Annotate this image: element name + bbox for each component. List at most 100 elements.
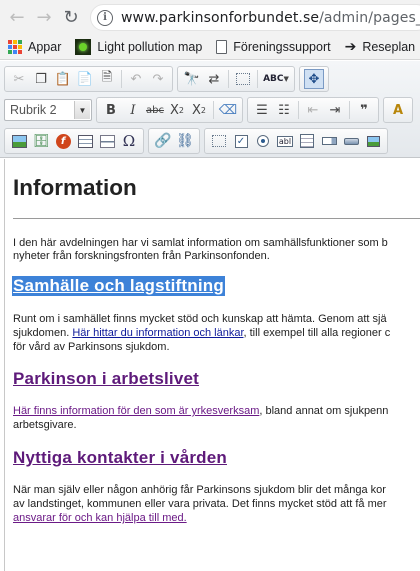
strikethrough-button[interactable]: abc bbox=[144, 99, 166, 121]
bold-button[interactable]: B bbox=[100, 99, 122, 121]
apps-grid-icon bbox=[8, 40, 22, 54]
samhalle-line-2-pre: sjukdomen. bbox=[13, 327, 73, 339]
bookmarks-bar: Appar Light pollution map Föreningssuppo… bbox=[0, 35, 420, 60]
address-bar[interactable]: i www.parkinsonforbundet.se/admin/pages_… bbox=[90, 4, 420, 31]
arbetslivet-line-1: Här finns information för den som är yrk… bbox=[13, 405, 388, 418]
radio-icon[interactable] bbox=[252, 130, 274, 152]
form-icon[interactable] bbox=[208, 130, 230, 152]
bulleted-list-icon[interactable]: ☷ bbox=[273, 99, 295, 121]
unlink-icon[interactable]: ⛓ bbox=[174, 130, 196, 152]
indent-icon[interactable]: ⇥ bbox=[324, 99, 346, 121]
textarea-icon[interactable] bbox=[296, 130, 318, 152]
select-field-icon[interactable] bbox=[318, 130, 340, 152]
samhalle-line-2: sjukdomen. Här hittar du information och… bbox=[13, 327, 390, 340]
cut-icon[interactable]: ✂ bbox=[8, 68, 30, 90]
url-host: www.parkinsonforbundet.se bbox=[121, 9, 320, 26]
paragraph-group: ☰ ☷ ⇤ ⇥ ❞ bbox=[247, 97, 379, 123]
text-color-group: A bbox=[383, 97, 413, 123]
maximize-group: ✥ bbox=[299, 66, 329, 92]
image-icon[interactable] bbox=[8, 130, 30, 152]
link-icon[interactable]: 🔗 bbox=[152, 130, 174, 152]
redo-icon[interactable]: ↷ bbox=[147, 68, 169, 90]
arbetslivet-line-1-post: , bland annat om sjukpenn bbox=[259, 405, 389, 417]
kontakter-line-1: När man själv eller någon anhörig får Pa… bbox=[13, 484, 386, 496]
table-icon[interactable] bbox=[74, 130, 96, 152]
light-pollution-icon bbox=[75, 39, 92, 55]
kontakter-link[interactable]: ansvarar för och kan hjälpa till med. bbox=[13, 512, 187, 524]
url-text[interactable]: www.parkinsonforbundet.se/admin/pages_ed… bbox=[121, 10, 420, 26]
bookmark-label: Reseplan bbox=[362, 40, 416, 54]
copy-icon[interactable]: ❐ bbox=[30, 68, 52, 90]
bookmark-label: Föreningssupport bbox=[233, 40, 331, 54]
subscript-button[interactable]: X2 bbox=[166, 99, 188, 121]
url-path: /admin/pages_edit.ph bbox=[319, 9, 420, 26]
heading-kontakter[interactable]: Nyttiga kontakter i vården bbox=[13, 448, 227, 468]
info-icon[interactable]: i bbox=[97, 9, 113, 26]
italic-button[interactable]: I bbox=[122, 99, 144, 121]
intro-line-1: I den här avdelningen har vi samlat info… bbox=[13, 237, 388, 249]
maximize-icon[interactable]: ✥ bbox=[303, 68, 325, 90]
separator bbox=[228, 70, 229, 88]
eraser-icon[interactable]: ⌫ bbox=[217, 99, 239, 121]
bookmark-apps[interactable]: Appar bbox=[0, 40, 61, 54]
horizontal-rule bbox=[13, 218, 420, 219]
bookmark-foreningssupport[interactable]: Föreningssupport bbox=[216, 40, 331, 54]
bookmark-light-pollution[interactable]: Light pollution map bbox=[75, 39, 202, 55]
find-icon[interactable]: 🔭 bbox=[181, 68, 203, 90]
toolbar-row-2: Rubrik 2 ▼ B I abc X2 X2 ⌫ ☰ ☷ ⇤ ⇥ ❞ A bbox=[0, 95, 420, 125]
find-group: 🔭 ⇄ ABC ▼ bbox=[177, 66, 295, 92]
page-icon bbox=[216, 40, 228, 54]
heading-arbetslivet[interactable]: Parkinson i arbetslivet bbox=[13, 369, 199, 389]
heading-samhalle[interactable]: Samhälle och lagstiftning bbox=[12, 276, 225, 296]
textfield-icon[interactable]: abl bbox=[274, 130, 296, 152]
replace-icon[interactable]: ⇄ bbox=[203, 68, 225, 90]
basic-styles-group: B I abc X2 X2 ⌫ bbox=[96, 97, 243, 123]
forward-arrow-icon[interactable]: → bbox=[33, 6, 55, 28]
image-button-icon[interactable] bbox=[362, 130, 384, 152]
bookmark-reseplan[interactable]: ➔ Reseplan bbox=[345, 39, 416, 55]
text-color-icon[interactable]: A bbox=[387, 99, 409, 121]
horizontal-rule-icon[interactable] bbox=[96, 130, 118, 152]
spellcheck-icon[interactable]: ABC ▼ bbox=[261, 68, 291, 90]
format-combo[interactable]: Rubrik 2 ▼ bbox=[4, 99, 92, 121]
separator bbox=[257, 70, 258, 88]
kontakter-line-2: av landstinget, kommunen eller vara priv… bbox=[13, 498, 387, 510]
page-title: Information bbox=[13, 175, 137, 200]
arrow-icon: ➔ bbox=[344, 39, 357, 55]
samhalle-line-2-post: , till exempel till alla regioner c bbox=[243, 327, 391, 339]
editor-toolbar: ✂ ❐ 📋 📄 🗎 ↶ ↷ 🔭 ⇄ ABC ▼ ✥ Rubrik 2 ▼ B I… bbox=[0, 61, 420, 158]
select-all-icon[interactable] bbox=[232, 68, 254, 90]
back-arrow-icon[interactable]: ← bbox=[6, 6, 28, 28]
intro-line-2: nyheter från forskningsfronten från Park… bbox=[13, 250, 270, 262]
reload-icon[interactable]: ↻ bbox=[60, 6, 82, 28]
separator bbox=[298, 101, 299, 119]
samhalle-line-1: Runt om i samhället finns mycket stöd oc… bbox=[13, 313, 387, 325]
subscript-label: X bbox=[170, 102, 179, 118]
paste-text-icon[interactable]: 📄 bbox=[74, 68, 96, 90]
arbetslivet-line-2: arbetsgivare. bbox=[13, 419, 77, 431]
browser-toolbar: ← → ↻ i www.parkinsonforbundet.se/admin/… bbox=[0, 0, 420, 35]
samhalle-link[interactable]: Här hittar du information och länkar bbox=[72, 327, 243, 339]
editor-content[interactable]: Information I den här avdelningen har vi… bbox=[4, 159, 420, 571]
arbetslivet-link[interactable]: Här finns information för den som är yrk… bbox=[13, 405, 259, 417]
flash-icon[interactable]: f bbox=[52, 130, 74, 152]
bookmark-label: Light pollution map bbox=[97, 40, 203, 54]
form-button-icon[interactable] bbox=[340, 130, 362, 152]
kontakter-line-3: ansvarar för och kan hjälpa till med. bbox=[13, 512, 187, 525]
checkbox-icon[interactable]: ✓ bbox=[230, 130, 252, 152]
clipboard-group: ✂ ❐ 📋 📄 🗎 ↶ ↷ bbox=[4, 66, 173, 92]
paste-icon[interactable]: 📋 bbox=[52, 68, 74, 90]
file-browser-icon[interactable]: 🗄 bbox=[30, 130, 52, 152]
superscript-button[interactable]: X2 bbox=[188, 99, 210, 121]
numbered-list-icon[interactable]: ☰ bbox=[251, 99, 273, 121]
blockquote-icon[interactable]: ❞ bbox=[353, 99, 375, 121]
toolbar-row-3: 🗄 f Ω 🔗 ⛓ ✓ abl bbox=[0, 126, 420, 156]
link-group: 🔗 ⛓ bbox=[148, 128, 200, 154]
special-char-icon[interactable]: Ω bbox=[118, 130, 140, 152]
chevron-down-icon[interactable]: ▼ bbox=[74, 101, 90, 119]
insert-group: 🗄 f Ω bbox=[4, 128, 144, 154]
outdent-icon[interactable]: ⇤ bbox=[302, 99, 324, 121]
toolbar-row-1: ✂ ❐ 📋 📄 🗎 ↶ ↷ 🔭 ⇄ ABC ▼ ✥ bbox=[0, 64, 420, 94]
paste-word-icon[interactable]: 🗎 bbox=[96, 68, 118, 90]
undo-icon[interactable]: ↶ bbox=[125, 68, 147, 90]
